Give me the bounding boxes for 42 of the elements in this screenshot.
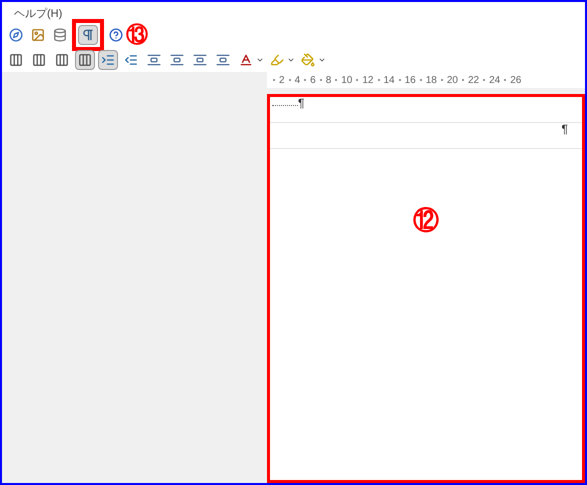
ruler-number: 10: [341, 74, 352, 88]
outdent-icon: [124, 53, 138, 67]
callout-number: ⑫: [413, 207, 439, 233]
ruler-number: 2: [279, 74, 285, 88]
columns-icon: [55, 53, 69, 67]
ruler-number: 26: [510, 74, 522, 88]
ruler-number: 20: [446, 74, 458, 88]
paragraph-mark: ¶: [298, 97, 304, 109]
paint-bucket-icon: [301, 53, 315, 67]
ruler-number: 4: [294, 74, 300, 88]
toolbar-button[interactable]: [78, 25, 98, 45]
help-icon: [109, 28, 123, 42]
spacing-icon: [170, 53, 184, 67]
caret-icon[interactable]: [318, 56, 326, 64]
ruler-number: 18: [426, 74, 437, 88]
ruler-number: 22: [468, 74, 480, 88]
columns-icon: [9, 53, 23, 67]
compass-icon: [9, 28, 23, 42]
ruler-number: 6: [310, 74, 316, 88]
caret-icon[interactable]: [287, 56, 295, 64]
highlighter-icon: [270, 53, 284, 67]
ruler-number: 24: [489, 74, 500, 88]
toolbar-button[interactable]: [75, 50, 95, 70]
database-icon: [53, 28, 67, 42]
ruler-number: 14: [384, 74, 395, 88]
spacing-icon: [147, 53, 161, 67]
picture-icon: [31, 28, 45, 42]
menu-item[interactable]: ヘルプ(H): [10, 6, 66, 22]
paragraph-mark: ¶: [562, 123, 568, 135]
ruler-number: 16: [404, 74, 416, 88]
font-color-icon: [239, 53, 253, 67]
indent-icon: [101, 53, 115, 67]
caret-icon[interactable]: [256, 56, 264, 64]
pilcrow-icon: [81, 28, 95, 42]
callout-number: ⑬: [126, 24, 148, 46]
spacing-icon: [193, 53, 207, 67]
columns-icon: [78, 53, 92, 67]
spacing-icon: [216, 53, 230, 67]
columns-icon: [32, 53, 46, 67]
toolbar-button[interactable]: [98, 50, 118, 70]
ruler-number: 12: [362, 74, 374, 88]
ruler-number: 8: [326, 74, 332, 88]
